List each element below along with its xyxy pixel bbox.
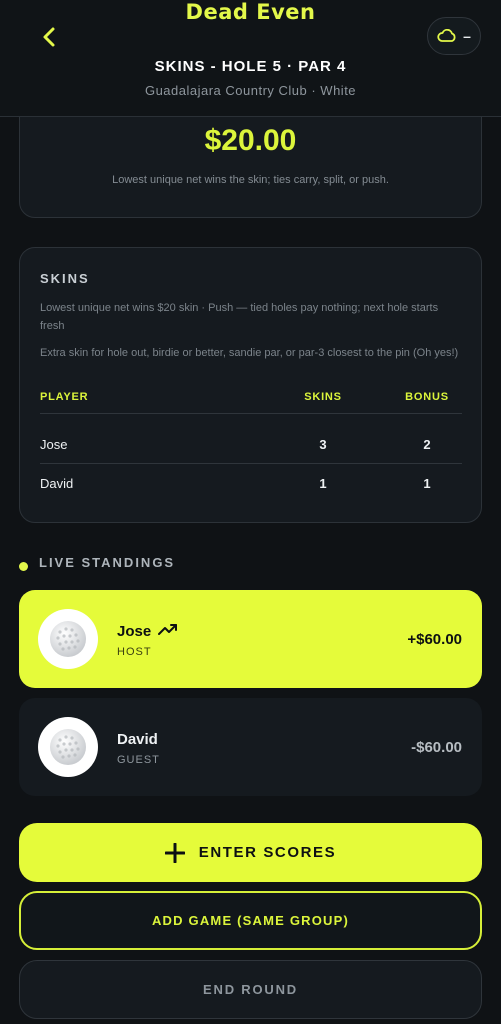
player-role: GUEST — [117, 754, 160, 766]
table-row: Jose 3 2 — [40, 437, 462, 457]
skins-rule-primary: Lowest unique net wins $20 skin · Push —… — [40, 302, 439, 332]
player-amount: +$60.00 — [407, 631, 462, 648]
cloud-icon — [437, 29, 456, 42]
player-role: HOST — [117, 646, 152, 658]
add-game-button[interactable]: ADD GAME (SAME GROUP) — [19, 891, 482, 950]
pot-amount: $20.00 — [204, 124, 297, 157]
row-skins: 1 — [319, 476, 327, 491]
weather-button[interactable]: – — [427, 17, 481, 55]
row-skins: 3 — [319, 437, 327, 452]
standing-card-jose[interactable]: Jose HOST +$60.00 — [19, 590, 482, 688]
golf-ball-icon — [50, 621, 86, 657]
golf-ball-icon — [50, 729, 86, 765]
top-header: Dead Even – SKINS - HOLE 5 · PAR 4 Guada… — [0, 0, 501, 117]
player-name: David — [117, 731, 158, 748]
skins-table-header: PLAYER SKINS BONUS — [40, 391, 462, 411]
table-divider — [40, 463, 462, 464]
column-header-skins: SKINS — [304, 391, 342, 403]
avatar — [38, 717, 98, 777]
chevron-left-icon — [43, 27, 55, 47]
column-header-player: PLAYER — [40, 391, 89, 403]
skins-card: SKINS Lowest unique net wins $20 skin · … — [19, 247, 482, 523]
table-row: David 1 1 — [40, 476, 462, 496]
pot-card: $20.00 Lowest unique net wins the skin; … — [19, 100, 482, 218]
table-divider — [40, 413, 462, 414]
enter-scores-button[interactable]: ENTER SCORES — [19, 823, 482, 882]
live-standings-label: LIVE STANDINGS — [39, 555, 176, 570]
enter-scores-label: ENTER SCORES — [198, 844, 337, 861]
skins-title: SKINS — [40, 271, 90, 286]
column-header-bonus: BONUS — [405, 391, 449, 403]
end-round-button[interactable]: END ROUND — [19, 960, 482, 1019]
pot-description: Lowest unique net wins the skin; ties ca… — [112, 174, 389, 186]
course-subtitle: Guadalajara Country Club · White — [144, 83, 357, 98]
app-screen: Dead Even – SKINS - HOLE 5 · PAR 4 Guada… — [0, 0, 501, 1024]
standing-card-david[interactable]: David GUEST -$60.00 — [19, 698, 482, 796]
back-button[interactable] — [34, 22, 64, 52]
player-name: Jose — [117, 623, 152, 640]
player-amount: -$60.00 — [411, 739, 462, 756]
end-round-label: END ROUND — [203, 982, 298, 997]
add-game-label: ADD GAME (SAME GROUP) — [151, 913, 350, 928]
row-player: Jose — [40, 437, 68, 452]
plus-icon — [164, 842, 185, 863]
page-title: SKINS - HOLE 5 · PAR 4 — [154, 58, 347, 75]
avatar — [38, 609, 98, 669]
row-bonus: 2 — [423, 437, 431, 452]
app-logo: Dead Even — [185, 0, 316, 24]
skins-rule-bonus: Extra skin for hole out, birdie or bette… — [40, 347, 459, 359]
row-player: David — [40, 476, 74, 491]
weather-value: – — [463, 28, 471, 44]
live-indicator-dot — [19, 562, 28, 571]
row-bonus: 1 — [423, 476, 431, 491]
trending-up-icon — [158, 624, 177, 635]
